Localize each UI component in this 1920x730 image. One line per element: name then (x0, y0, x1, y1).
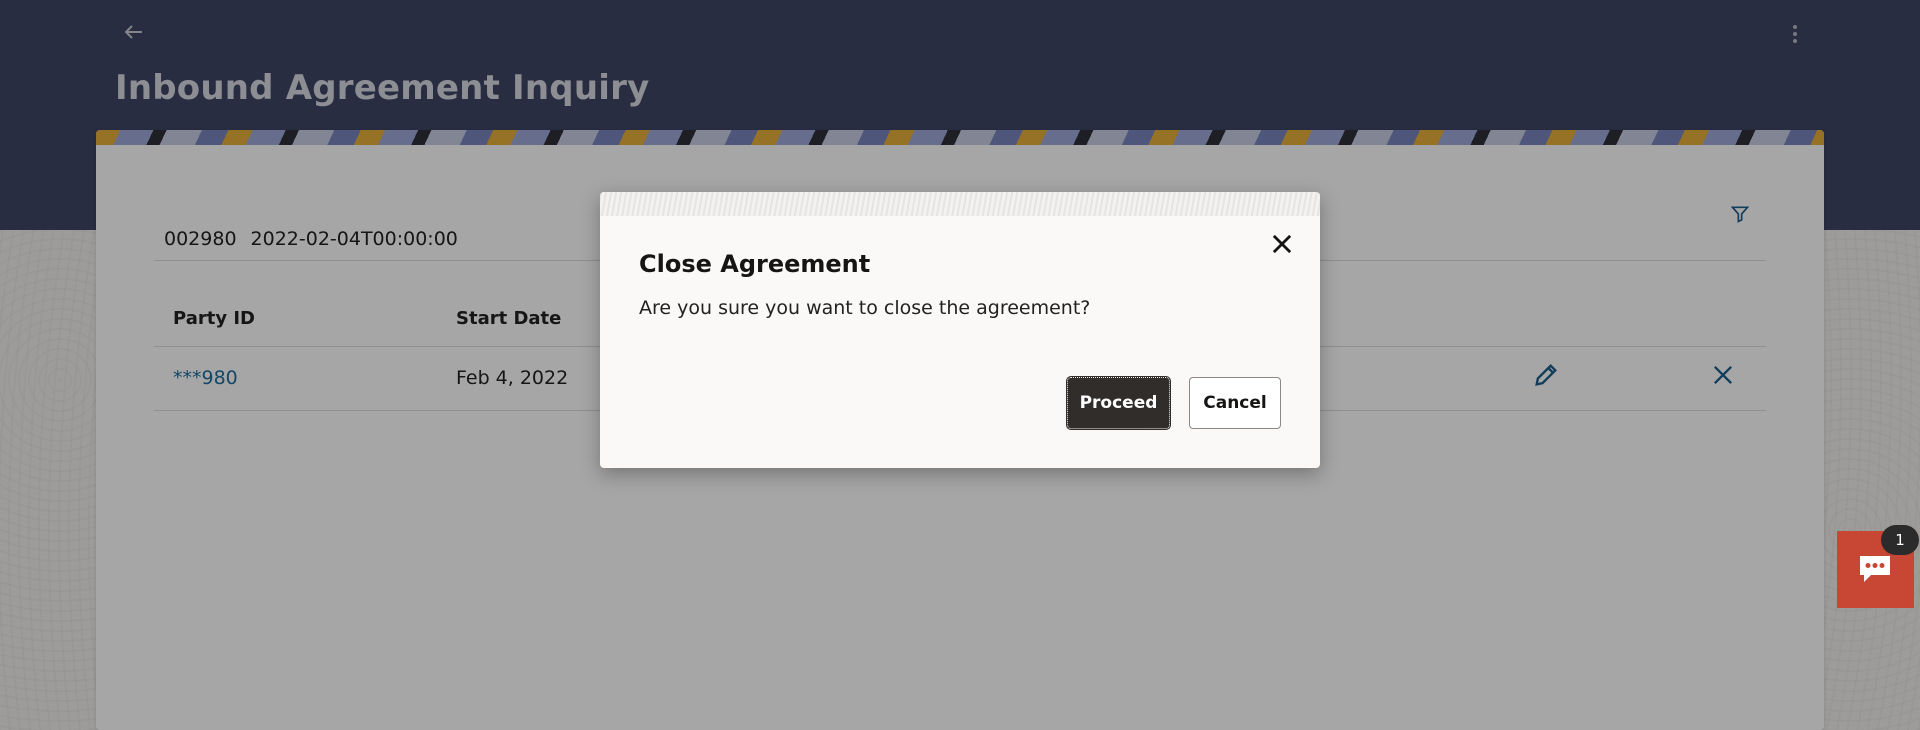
dialog-title: Close Agreement (639, 250, 871, 278)
close-agreement-dialog: Close Agreement Are you sure you want to… (600, 192, 1320, 468)
cancel-button[interactable]: Cancel (1189, 377, 1281, 429)
dialog-header-texture (600, 192, 1320, 216)
close-icon (1272, 234, 1292, 254)
notification-badge: 1 (1881, 525, 1919, 555)
chat-bubble-icon (1860, 556, 1890, 582)
dialog-close-button[interactable] (1268, 230, 1298, 260)
dialog-message: Are you sure you want to close the agree… (639, 297, 1091, 319)
proceed-button[interactable]: Proceed (1066, 376, 1171, 430)
